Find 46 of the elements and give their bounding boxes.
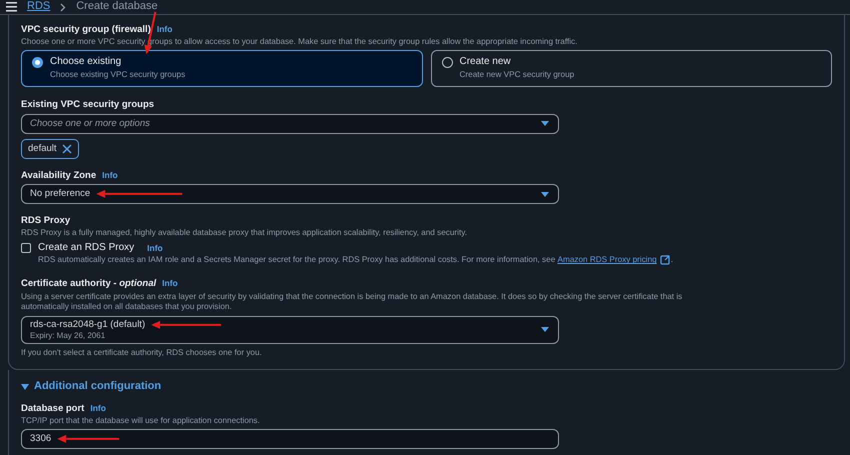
radio-button[interactable]	[32, 57, 43, 68]
field-label: Database port	[21, 402, 84, 414]
caret-icon	[540, 190, 550, 198]
select-detail: Expiry: May 26, 2061	[30, 330, 106, 340]
radio-option-card[interactable]: Choose existing Choose existing VPC security groups	[21, 50, 422, 88]
annotation-arrow	[57, 434, 120, 443]
menu-icon[interactable]	[6, 2, 17, 12]
info-link[interactable]: Info	[90, 402, 106, 413]
info-link[interactable]: Info	[156, 24, 172, 34]
external-link[interactable]: Amazon RDS Proxy pricing	[558, 255, 657, 266]
caret-icon	[540, 326, 550, 334]
close-icon[interactable]	[62, 144, 72, 154]
field-label: Availability Zone	[21, 170, 96, 182]
field-label: RDS Proxy	[21, 215, 70, 226]
field-label: Certificate authority - optional	[21, 278, 156, 290]
field-description: Using a server certificate provides an extra layer of security by validating that the connection is being made to an Amazon database. It does so by checking the server certificate that is automatically installed on all databases that you provision.	[21, 292, 684, 313]
select-value: rds-ca-rsa2048-g1 (default)	[30, 319, 146, 331]
info-link[interactable]: Info	[147, 243, 163, 254]
option-title: Create new	[460, 56, 512, 68]
field-description: RDS Proxy is a fully managed, highly available database proxy that improves application scalability, resiliency, and security.	[21, 228, 468, 238]
breadcrumb-link[interactable]: RDS	[27, 0, 50, 14]
option-description: Choose existing VPC security groups	[50, 70, 186, 80]
multiselect-field[interactable]: Choose one or more options	[21, 114, 559, 134]
external-link-icon	[660, 255, 670, 266]
breadcrumb-current: Create database	[76, 0, 158, 14]
info-link[interactable]: Info	[102, 170, 118, 180]
info-link[interactable]: Info	[162, 278, 178, 288]
caret-icon	[540, 120, 550, 128]
selected-token: default	[21, 138, 79, 159]
radio-option-card[interactable]: Create new Create new VPC security group	[430, 50, 832, 88]
select-field[interactable]: No preference	[21, 184, 559, 204]
checkbox-label: Create an RDS Proxy	[38, 242, 134, 254]
annotation-arrow	[151, 320, 222, 329]
field-description: If you don't select a certificate authority, RDS chooses one for you.	[21, 348, 263, 358]
option-title: Choose existing	[50, 56, 122, 68]
select-field[interactable]: rds-ca-rsa2048-g1 (default) Expiry: May 26, 2061	[21, 316, 559, 344]
text-input[interactable]: 3306	[21, 428, 559, 449]
chevron-icon	[60, 2, 66, 12]
field-label: VPC security group (firewall)	[21, 24, 151, 36]
field-label: Existing VPC security groups	[21, 99, 154, 111]
checkbox-description: RDS automatically creates an IAM role and a Secrets Manager secret for the proxy. RDS Proxy has additional costs. For more information, see Amazon RDS Proxy pricing .	[38, 255, 674, 266]
checkbox[interactable]	[21, 243, 31, 254]
field-description: TCP/IP port that the database will use for application connections.	[21, 416, 261, 426]
expand-toggle[interactable]: Additional configuration	[21, 380, 162, 394]
radio-button[interactable]	[442, 57, 452, 68]
option-description: Create new VPC security group	[460, 70, 574, 80]
